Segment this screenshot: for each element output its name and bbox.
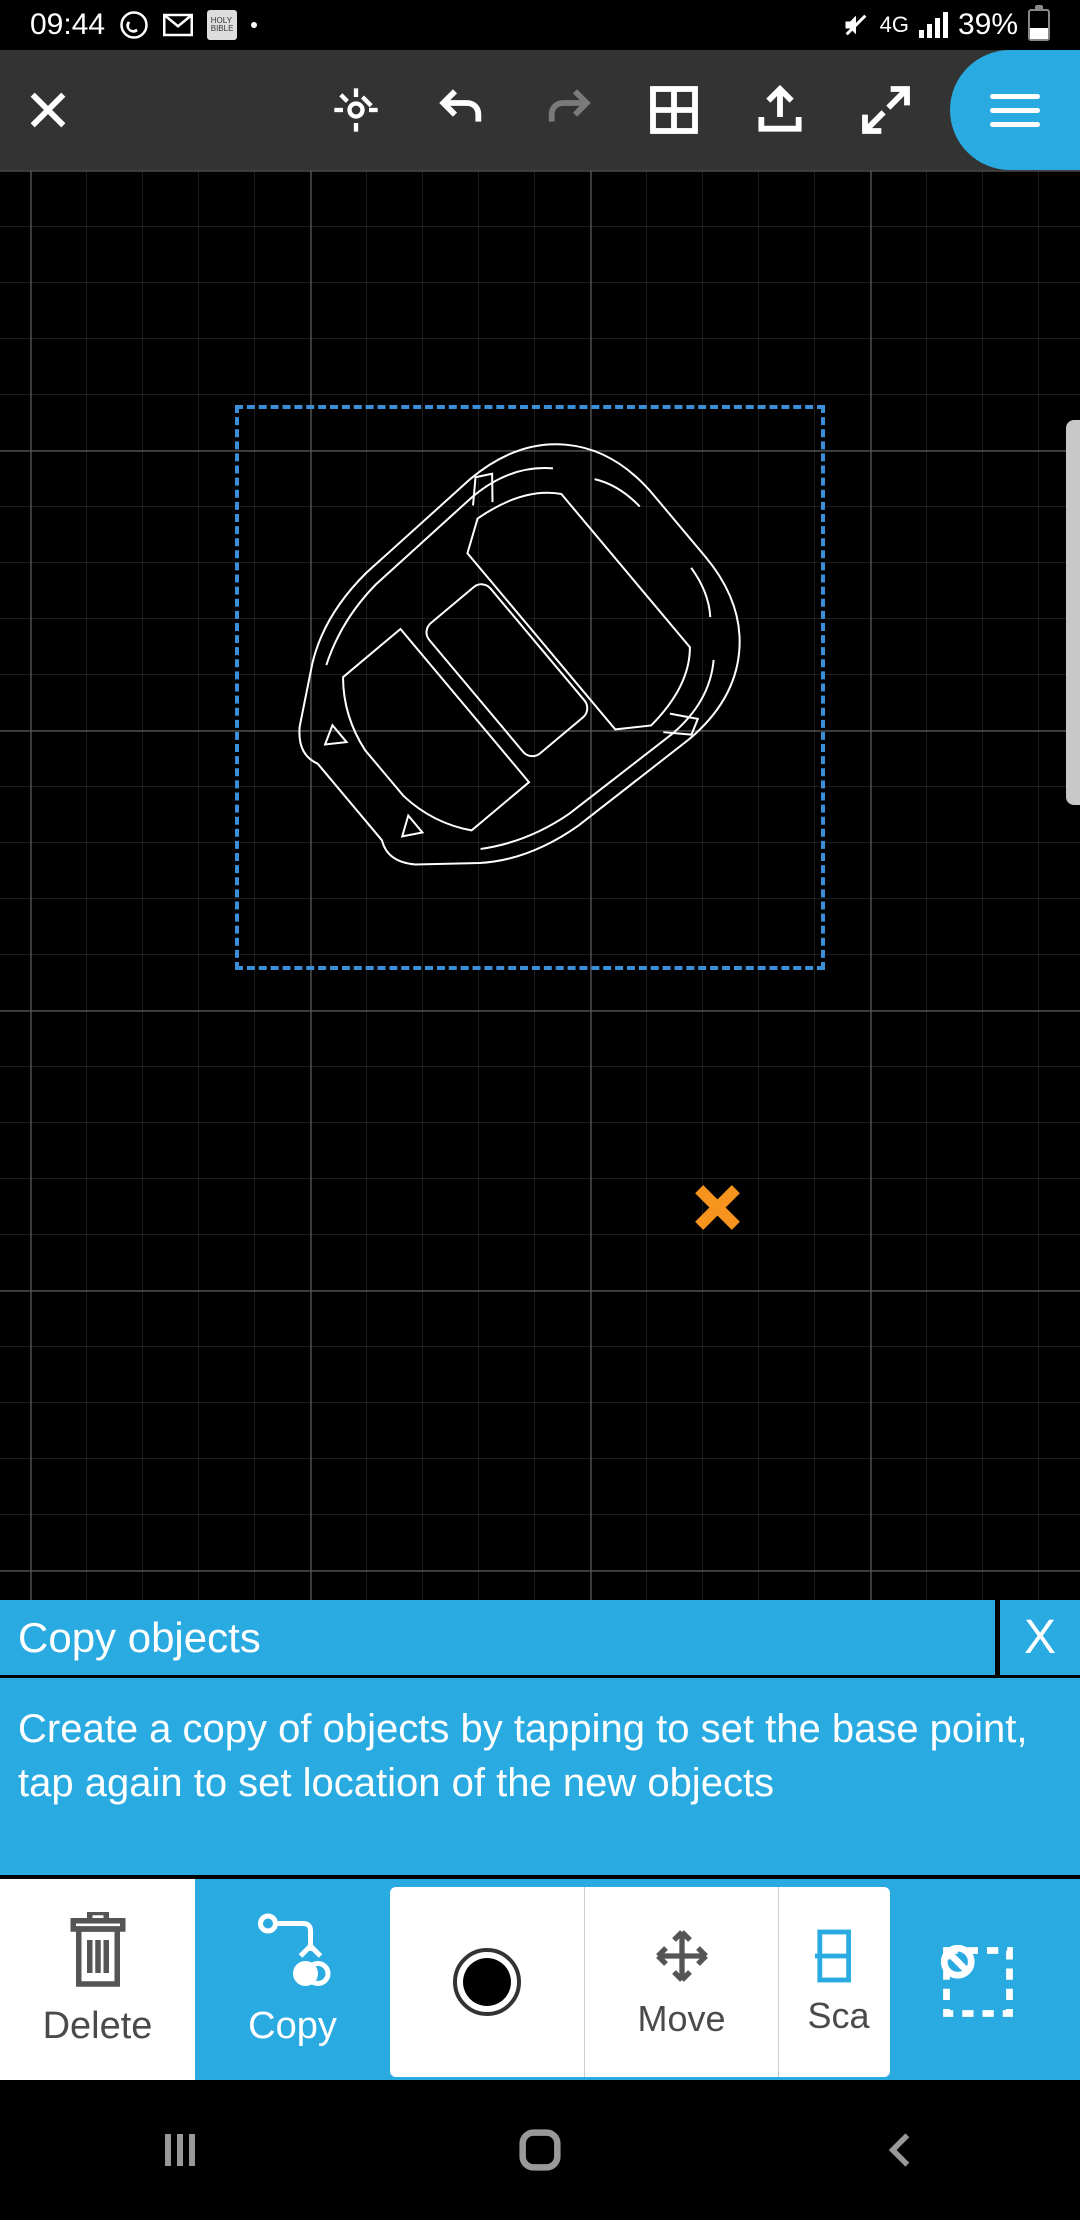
menu-icon [990,94,1040,127]
status-bar: 09:44 HOLYBIBLE 4G 39% [0,0,1080,50]
trash-icon [65,1911,131,1991]
prompt-close-button[interactable]: X [1000,1600,1080,1675]
vertical-scrollbar[interactable] [1066,420,1080,805]
battery-percentage: 39% [958,8,1018,42]
delete-tool[interactable]: Delete [0,1879,195,2080]
close-button[interactable] [18,80,78,140]
copy-tool-label: Copy [248,2005,337,2048]
tool-palette: Delete Copy Move Sca [0,1875,1080,2080]
base-point-marker[interactable] [690,1180,745,1235]
home-icon [514,2124,566,2176]
menu-button[interactable] [950,50,1080,170]
scale-tool-label: Sca [807,1995,869,2037]
delete-tool-label: Delete [43,2005,153,2048]
mute-icon [842,11,870,39]
android-nav-bar [0,2080,1080,2220]
grid-icon [646,82,702,138]
recents-icon [156,2126,204,2174]
copy-icon [253,1911,333,1991]
car-object[interactable] [260,430,800,950]
grid-toggle-button[interactable] [644,80,704,140]
prompt-title-bar: Copy objects X [0,1600,1080,1675]
move-tool-label: Move [637,1998,725,2040]
redo-button[interactable] [538,80,598,140]
bible-icon: HOLYBIBLE [207,10,237,40]
expand-button[interactable] [856,80,916,140]
scale-icon [815,1927,863,1985]
notification-dot-icon [251,22,257,28]
prompt-title: Copy objects [0,1600,995,1675]
light-icon [330,84,382,136]
selection-icon [933,1937,1023,2027]
undo-icon [434,82,490,138]
tool-carousel[interactable]: Move Sca [390,1887,890,2077]
top-toolbar [0,50,1080,170]
recents-button[interactable] [145,2115,215,2185]
status-bar-right: 4G 39% [842,8,1050,42]
record-icon [453,1948,521,2016]
share-icon [752,82,808,138]
redo-icon [540,82,596,138]
move-tool[interactable]: Move [584,1887,778,2077]
light-button[interactable] [326,80,386,140]
record-tool[interactable] [390,1887,584,2077]
move-icon [650,1924,714,1988]
close-icon [25,87,71,133]
back-button[interactable] [865,2115,935,2185]
status-bar-left: 09:44 HOLYBIBLE [30,8,257,42]
copy-tool[interactable]: Copy [195,1879,390,2080]
status-time: 09:44 [30,8,105,42]
drawing-canvas[interactable] [0,170,1080,1600]
selection-tool[interactable] [918,1879,1038,2084]
whatsapp-icon [119,10,149,40]
scale-tool[interactable]: Sca [778,1887,890,2077]
home-button[interactable] [505,2115,575,2185]
signal-icon [919,12,948,38]
expand-icon [858,82,914,138]
prompt-instruction: Create a copy of objects by tapping to s… [0,1675,1080,1875]
share-button[interactable] [750,80,810,140]
back-icon [878,2128,922,2172]
gmail-icon [163,13,193,37]
network-type-label: 4G [880,12,909,38]
undo-button[interactable] [432,80,492,140]
battery-icon [1028,9,1050,41]
